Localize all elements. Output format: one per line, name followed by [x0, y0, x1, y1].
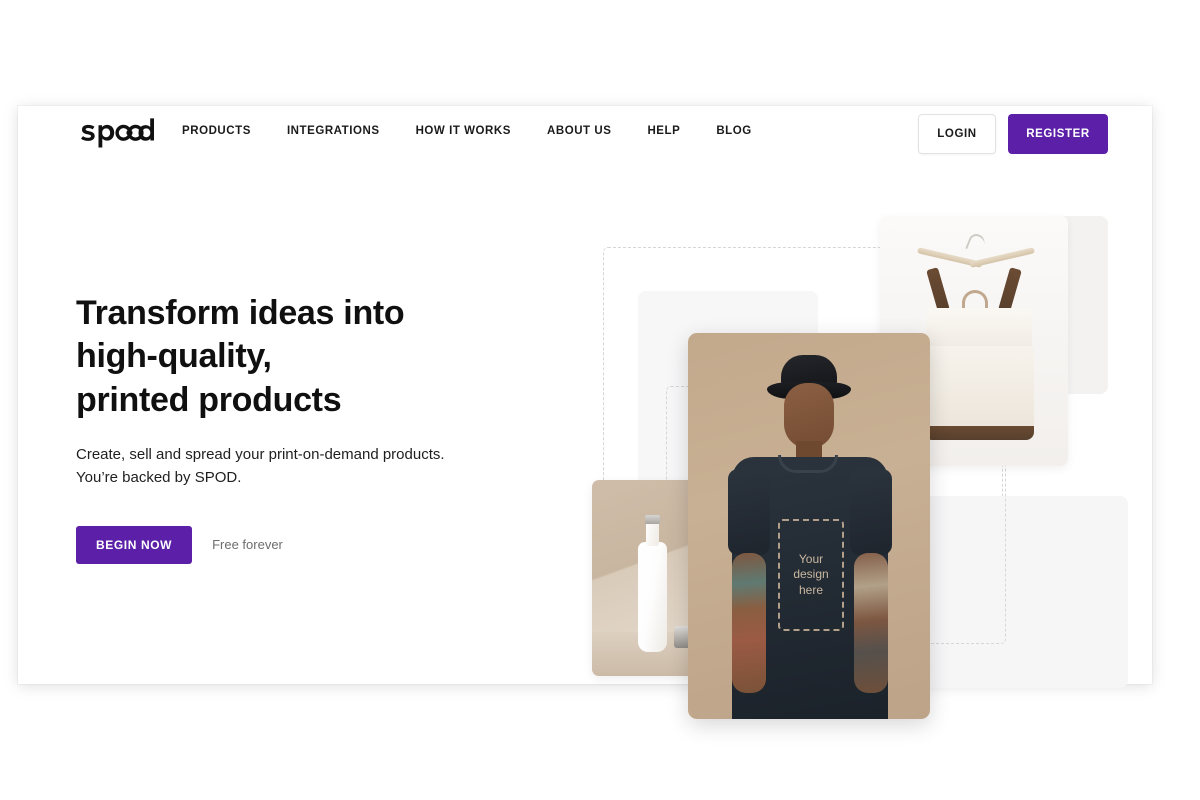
design-placeholder-line-2: design: [793, 567, 829, 582]
hanger-hook-icon: [965, 231, 987, 255]
bag-flap: [926, 308, 1032, 350]
hero-collage: Your design here: [558, 196, 1128, 719]
register-button[interactable]: REGISTER: [1008, 114, 1108, 154]
hero-headline: Transform ideas into high-quality, print…: [76, 292, 516, 422]
bottle-body: [638, 542, 667, 652]
begin-now-button[interactable]: BEGIN NOW: [76, 525, 193, 564]
hero-headline-line-2: high-quality,: [76, 337, 272, 376]
design-placeholder-line-3: here: [798, 582, 824, 597]
hero-subtitle: Create, sell and spread your print-on-de…: [76, 446, 445, 486]
tshirt-sleeve-right: [850, 469, 892, 555]
tattooed-arm-right: [854, 553, 888, 693]
bottle-cap: [645, 515, 660, 524]
primary-nav: PRODUCTS INTEGRATIONS HOW IT WORKS ABOUT…: [182, 125, 752, 137]
page-card: PRODUCTS INTEGRATIONS HOW IT WORKS ABOUT…: [18, 106, 1152, 719]
hero-headline-line-3: printed products: [76, 380, 342, 419]
design-placeholder-area: Your design here: [778, 519, 844, 631]
hero-copy: Transform ideas into high-quality, print…: [76, 292, 516, 564]
product-photo-model-tshirt: Your design here: [688, 333, 930, 719]
nav-item-about-us[interactable]: ABOUT US: [547, 125, 611, 137]
bag-bottom-trim: [924, 426, 1034, 440]
hero-headline-line-1: Transform ideas into: [76, 294, 405, 332]
model-face: [784, 383, 834, 449]
bag-body: [924, 346, 1034, 438]
nav-item-blog[interactable]: BLOG: [716, 125, 751, 137]
free-forever-note: Free forever: [212, 537, 283, 553]
hero-cta-row: BEGIN NOW Free forever: [76, 525, 516, 564]
login-button[interactable]: LOGIN: [918, 114, 996, 154]
nav-item-how-it-works[interactable]: HOW IT WORKS: [416, 125, 511, 137]
bag-strap-left: [926, 267, 950, 313]
site-header: PRODUCTS INTEGRATIONS HOW IT WORKS ABOUT…: [18, 106, 1152, 164]
product-photo-water-bottle: [592, 480, 702, 676]
model-tshirt: Your design here: [728, 455, 892, 719]
bag-handle-ring: [962, 290, 988, 310]
spod-logo[interactable]: [76, 113, 158, 153]
nav-item-integrations[interactable]: INTEGRATIONS: [287, 125, 380, 137]
tattooed-arm-left: [732, 553, 766, 693]
nav-item-products[interactable]: PRODUCTS: [182, 125, 251, 137]
nav-item-help[interactable]: HELP: [647, 125, 680, 137]
tshirt-collar: [778, 455, 838, 473]
bag-strap-right: [998, 267, 1022, 313]
tshirt-sleeve-left: [728, 469, 770, 555]
design-placeholder-line-1: Your: [798, 551, 824, 566]
auth-actions: LOGIN REGISTER: [918, 114, 1108, 154]
